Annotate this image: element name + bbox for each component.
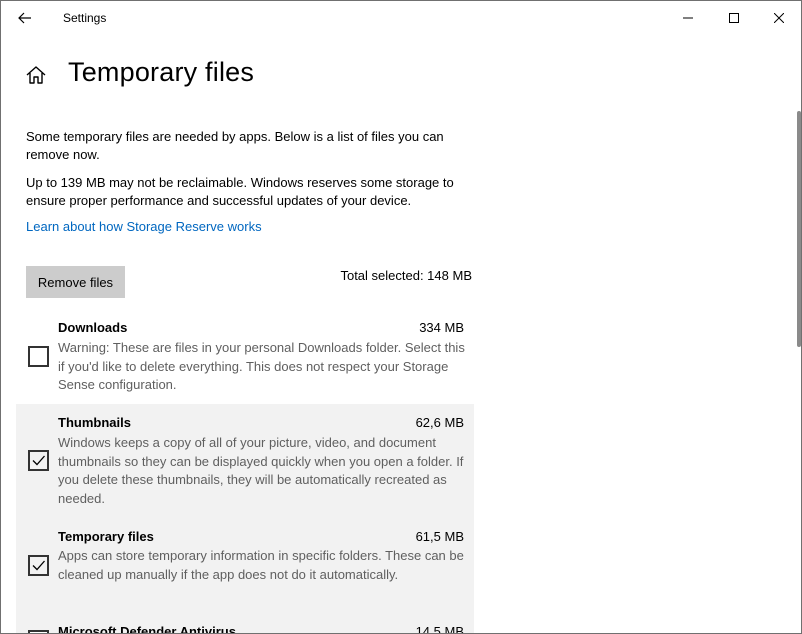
file-item-defender[interactable]: Microsoft Defender Antivirus 14,5 MB	[16, 616, 474, 634]
close-icon	[774, 13, 784, 23]
maximize-icon	[729, 13, 739, 23]
file-description: Windows keeps a copy of all of your pict…	[58, 435, 464, 506]
close-button[interactable]	[756, 1, 801, 35]
settings-window: Settings Temporary files Some temporary …	[0, 0, 802, 634]
home-button[interactable]	[25, 64, 47, 86]
maximize-button[interactable]	[711, 1, 757, 35]
file-item-temporary-files[interactable]: Temporary files 61,5 MB Apps can store t…	[16, 516, 474, 616]
file-description: Warning: These are files in your persona…	[58, 340, 465, 392]
file-item-downloads[interactable]: Downloads 334 MB Warning: These are file…	[16, 312, 474, 396]
minimize-icon	[683, 17, 693, 19]
total-selected: Total selected: 148 MB	[340, 268, 472, 283]
intro-text: Some temporary files are needed by apps.…	[26, 129, 444, 162]
back-arrow-icon	[18, 12, 31, 24]
file-name: Downloads	[58, 320, 128, 335]
file-name: Temporary files	[58, 529, 154, 544]
home-icon	[26, 66, 46, 84]
storage-reserve-link[interactable]: Learn about how Storage Reserve works	[26, 219, 262, 234]
file-size: 334 MB	[419, 320, 464, 335]
file-size: 14,5 MB	[415, 624, 464, 634]
checkbox-temporary-files[interactable]	[28, 555, 49, 576]
file-size: 61,5 MB	[415, 529, 464, 544]
back-button[interactable]	[9, 3, 41, 33]
checkmark-icon	[32, 455, 45, 466]
remove-files-button[interactable]: Remove files	[26, 266, 125, 298]
minimize-button[interactable]	[665, 1, 711, 35]
checkbox-downloads[interactable]	[28, 346, 49, 367]
file-item-thumbnails[interactable]: Thumbnails 62,6 MB Windows keeps a copy …	[16, 404, 474, 516]
page-title: Temporary files	[68, 57, 255, 87]
app-title: Settings	[63, 11, 107, 25]
file-size: 62,6 MB	[415, 415, 464, 430]
reserve-text: Up to 139 MB may not be reclaimable. Win…	[26, 175, 454, 208]
file-name: Thumbnails	[58, 415, 131, 430]
title-bar: Settings	[1, 1, 801, 35]
file-description: Apps can store temporary information in …	[58, 548, 464, 582]
checkbox-defender[interactable]	[28, 630, 49, 633]
file-name: Microsoft Defender Antivirus	[58, 624, 236, 634]
checkmark-icon	[32, 560, 45, 571]
checkbox-thumbnails[interactable]	[28, 450, 49, 471]
vertical-scrollbar[interactable]	[797, 111, 801, 347]
